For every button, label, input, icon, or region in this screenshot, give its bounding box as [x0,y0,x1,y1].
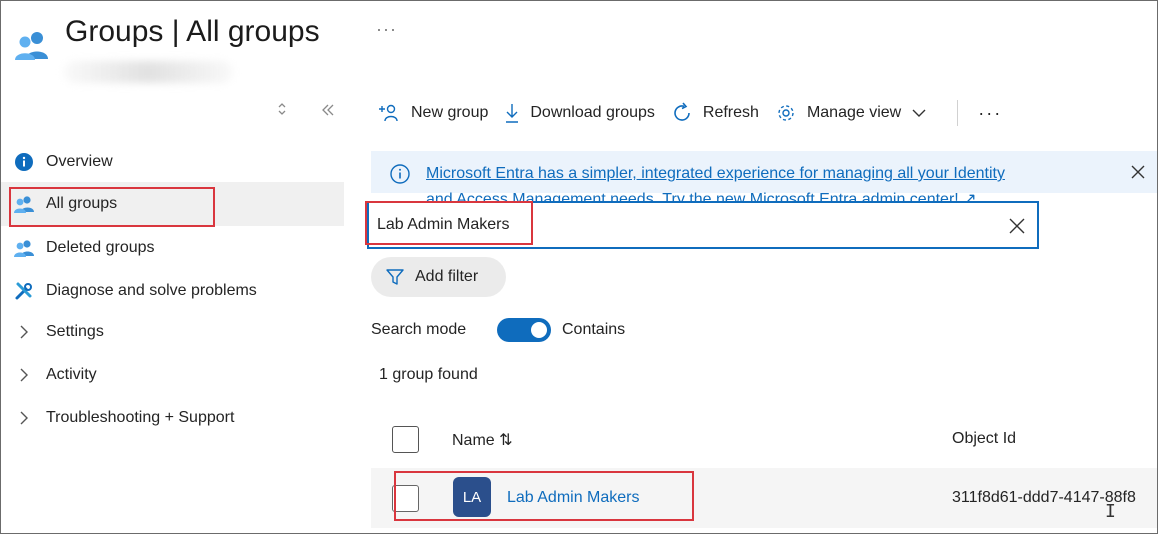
entra-banner-link[interactable]: Microsoft Entra has a simpler, integrate… [426,165,1005,183]
search-input[interactable] [377,216,977,234]
search-mode-toggle[interactable] [497,318,551,342]
groups-icon [13,237,35,259]
more-actions-button[interactable]: ··· [376,19,397,40]
sidebar-item-all-groups[interactable]: All groups [1,182,344,226]
refresh-icon [674,102,690,121]
chevron-right-icon [13,325,35,339]
groups-icon [15,32,48,60]
refresh-button[interactable]: Refresh [671,102,759,124]
search-mode-value: Contains [562,321,626,338]
download-icon [506,104,519,123]
search-box [367,201,1039,249]
toggle-knob [531,322,547,338]
select-all-checkbox[interactable] [392,426,419,453]
group-name-link[interactable]: Lab Admin Makers [507,489,640,507]
chevron-right-icon [13,411,35,425]
column-header-name[interactable]: Name ⇅ [452,430,513,450]
close-icon[interactable] [1129,163,1147,181]
sidebar-item-label: Overview [46,153,113,170]
chevron-down-icon [912,109,926,117]
gear-icon [778,105,794,121]
manage-view-label: Manage view [806,104,902,121]
search-mode-label: Search mode [371,321,467,338]
filter-icon [386,269,404,285]
refresh-label: Refresh [702,104,759,121]
sidebar-item-label: Settings [46,323,104,340]
sidebar-item-label: Deleted groups [46,239,155,256]
results-count: 1 group found [379,366,478,383]
info-icon [13,151,35,173]
manage-view-button[interactable]: Manage view [775,102,927,124]
avatar: LA [453,477,491,517]
chevron-right-icon [13,368,35,382]
wrench-icon [13,280,35,302]
toolbar-more-button[interactable]: ··· [978,103,1002,124]
info-banner: Microsoft Entra has a simpler, integrate… [371,151,1157,208]
updown-icon[interactable] [276,101,288,121]
clear-search-icon[interactable] [1007,216,1027,236]
sidebar-item-activity[interactable]: Activity [1,353,344,397]
sidebar-item-overview[interactable]: Overview [1,140,344,184]
toolbar-divider [957,100,959,126]
text-cursor-icon: I [1105,501,1116,522]
download-groups-label: Download groups [530,104,655,121]
column-header-object-id: Object Id [952,430,1017,447]
info-outline-icon [390,164,410,184]
add-filter-button[interactable]: Add filter [371,257,506,297]
sidebar-item-label: Troubleshooting + Support [46,409,235,426]
row-checkbox[interactable] [392,485,419,512]
sidebar-item-settings[interactable]: Settings [1,310,344,354]
groups-icon [13,193,35,215]
app-window: Groups | All groups ··· Overview All gro… [0,0,1158,534]
sidebar-item-diagnose[interactable]: Diagnose and solve problems [1,269,344,313]
sidebar-item-troubleshooting[interactable]: Troubleshooting + Support [1,396,344,440]
new-group-button[interactable]: New group [377,103,488,123]
sidebar-item-label: Diagnose and solve problems [46,282,257,299]
page-title: Groups | All groups [65,15,320,48]
command-bar: New group Download groups Refresh Manage… [377,97,1002,129]
new-group-label: New group [411,104,489,121]
sidebar-item-label: All groups [46,195,118,212]
blurred-subtitle [63,61,233,83]
sidebar-item-deleted-groups[interactable]: Deleted groups [1,226,344,270]
download-groups-button[interactable]: Download groups [504,102,655,124]
add-group-icon [379,104,398,122]
add-filter-label: Add filter [415,268,479,285]
sidebar-item-label: Activity [46,366,97,383]
double-chevron-left-icon[interactable] [321,103,335,121]
